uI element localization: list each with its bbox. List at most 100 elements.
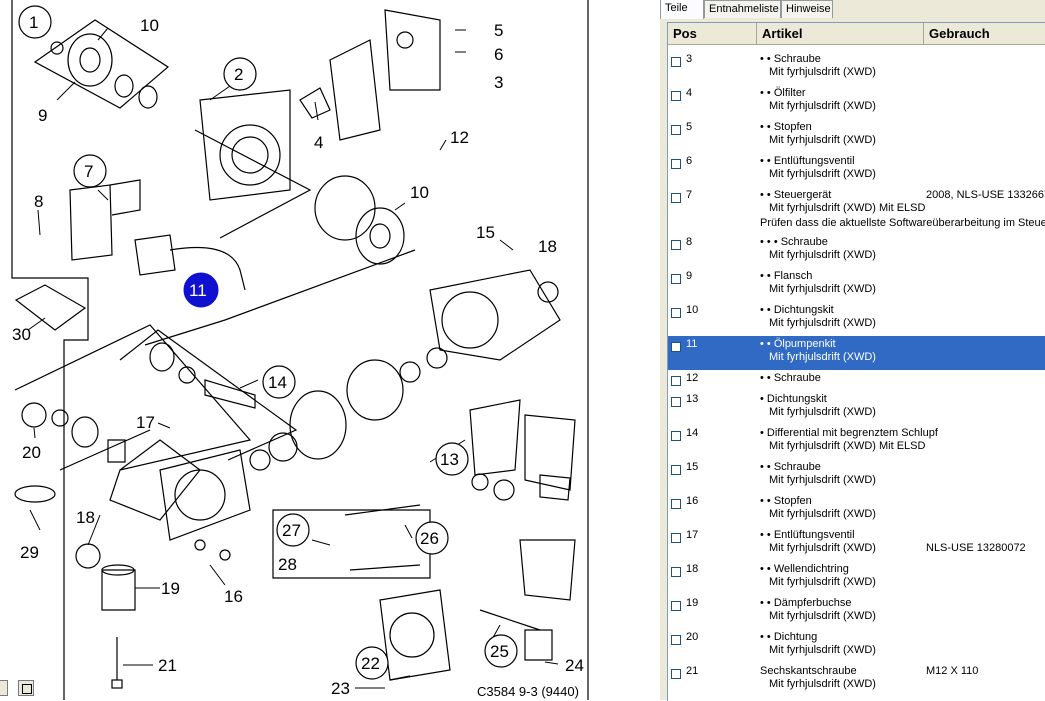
table-row[interactable]: 7 • • Steuergerät Mit fyrhjulsdrift (XWD) … — [668, 187, 1045, 234]
parts-table: Pos Artikel Gebrauch 3 • • Schraube Mit fy… — [667, 22, 1045, 701]
row-pos: 19 — [686, 597, 699, 609]
zoom-button[interactable] — [0, 680, 8, 696]
callout-8: 8 — [34, 192, 43, 211]
row-checkbox[interactable] — [671, 342, 681, 352]
row-artikel: • • Steuergerät — [760, 189, 832, 201]
row-checkbox[interactable] — [671, 308, 681, 318]
callout-3: 3 — [494, 73, 503, 92]
tab-hinweise[interactable]: Hinweise — [781, 0, 833, 18]
row-checkbox[interactable] — [671, 533, 681, 543]
row-artikel: • • Ölfilter — [760, 87, 806, 99]
row-pos: 20 — [686, 631, 699, 643]
table-row[interactable]: 17 • • Entlüftungsventil Mit fyrhjulsdrift… — [668, 527, 1045, 561]
row-artikel: • • Dämpferbuchse — [760, 597, 852, 609]
tab-entnahmeliste[interactable]: Entnahmeliste — [704, 0, 781, 18]
splitter[interactable] — [592, 0, 660, 700]
table-row[interactable]: 16 • • Stopfen Mit fyrhjulsdrift (XWD) — [668, 493, 1045, 527]
table-row[interactable]: 15 • • Schraube Mit fyrhjulsdrift (XWD) — [668, 459, 1045, 493]
callout-4: 4 — [314, 133, 323, 152]
row-checkbox[interactable] — [671, 567, 681, 577]
table-row[interactable]: 9 • • Flansch Mit fyrhjulsdrift (XWD) — [668, 268, 1045, 302]
row-pos: 14 — [686, 427, 699, 439]
parts-diagram[interactable]: 1 10 9 2 7 8 30 5 6 3 12 4 10 15 18 11 1… — [0, 0, 592, 700]
col-header-gebrauch[interactable]: Gebrauch — [924, 23, 1045, 45]
row-detail: Mit fyrhjulsdrift (XWD) — [769, 542, 876, 554]
frame-icon — [22, 684, 32, 694]
row-checkbox[interactable] — [671, 159, 681, 169]
row-artikel: • • Entlüftungsventil — [760, 529, 855, 541]
row-artikel: • • Schraube — [760, 53, 821, 65]
row-pos: 11 — [686, 338, 698, 350]
row-checkbox[interactable] — [671, 669, 681, 679]
row-pos: 18 — [686, 563, 699, 575]
row-detail: Mit fyrhjulsdrift (XWD) — [769, 406, 876, 418]
row-artikel: • • Ölpumpenkit — [760, 338, 836, 350]
table-row[interactable]: 3 • • Schraube Mit fyrhjulsdrift (XWD) — [668, 51, 1045, 85]
row-note: Prüfen dass die aktuellste Softwareübera… — [760, 217, 1045, 229]
row-detail: Mit fyrhjulsdrift (XWD) — [769, 168, 876, 180]
table-row[interactable]: 21 Sechskantschraube Mit fyrhjulsdrift (XW… — [668, 663, 1045, 697]
table-row[interactable]: 5 • • Stopfen Mit fyrhjulsdrift (XWD) — [668, 119, 1045, 153]
table-row[interactable]: 4 • • Ölfilter Mit fyrhjulsdrift (XWD) — [668, 85, 1045, 119]
row-detail: Mit fyrhjulsdrift (XWD) — [769, 134, 876, 146]
callout-28: 28 — [278, 555, 297, 574]
row-detail: Mit fyrhjulsdrift (XWD) — [769, 610, 876, 622]
table-row[interactable]: 10 • • Dichtungskit Mit fyrhjulsdrift (XWD… — [668, 302, 1045, 336]
row-checkbox[interactable] — [671, 465, 681, 475]
row-checkbox[interactable] — [671, 431, 681, 441]
callout-7: 7 — [84, 162, 93, 181]
row-pos: 12 — [686, 372, 699, 384]
row-artikel: • • • Schraube — [760, 236, 828, 248]
row-checkbox[interactable] — [671, 57, 681, 67]
row-checkbox[interactable] — [671, 499, 681, 509]
row-checkbox[interactable] — [671, 240, 681, 250]
callout-21: 21 — [158, 656, 177, 675]
row-checkbox[interactable] — [671, 601, 681, 611]
callout-23: 23 — [331, 679, 350, 698]
row-pos: 6 — [686, 155, 693, 167]
row-artikel: Sechskantschraube — [760, 665, 857, 677]
row-pos: 7 — [686, 189, 693, 201]
callout-11: 11 — [189, 281, 207, 300]
table-row[interactable]: 20 • • Dichtung Mit fyrhjulsdrift (XWD) — [668, 629, 1045, 663]
table-row[interactable]: 19 • • Dämpferbuchse Mit fyrhjulsdrift (XW… — [668, 595, 1045, 629]
tab-teile[interactable]: Teile — [660, 0, 704, 19]
table-row[interactable]: 8 • • • Schraube Mit fyrhjulsdrift (XWD) — [668, 234, 1045, 268]
row-checkbox[interactable] — [671, 193, 681, 203]
row-pos: 10 — [686, 304, 699, 316]
row-detail: Mit fyrhjulsdrift (XWD) — [769, 249, 876, 261]
row-detail: Mit fyrhjulsdrift (XWD) — [769, 100, 876, 112]
row-artikel: • • Stopfen — [760, 121, 812, 133]
row-checkbox[interactable] — [671, 274, 681, 284]
col-header-pos[interactable]: Pos — [668, 23, 757, 45]
row-artikel: • • Dichtungskit — [760, 304, 834, 316]
table-row[interactable]: 12 • • Schraube — [668, 370, 1045, 391]
table-row[interactable]: 18 • • Wellendichtring Mit fyrhjulsdrift (… — [668, 561, 1045, 595]
row-detail: Mit fyrhjulsdrift (XWD) — [769, 508, 876, 520]
callout-15: 15 — [476, 223, 495, 242]
table-row[interactable]: 14 • Differential mit begrenztem Schlupf M… — [668, 425, 1045, 459]
row-artikel: • • Wellendichtring — [760, 563, 849, 575]
table-row[interactable]: 6 • • Entlüftungsventil Mit fyrhjulsdrift … — [668, 153, 1045, 187]
row-detail: Mit fyrhjulsdrift (XWD) — [769, 66, 876, 78]
callout-25: 25 — [490, 642, 509, 661]
row-gebrauch: 2008, NLS-USE 13326676 — [926, 189, 1045, 201]
row-artikel: • • Dichtung — [760, 631, 818, 643]
fit-view-button[interactable] — [18, 680, 34, 696]
row-checkbox[interactable] — [671, 125, 681, 135]
row-checkbox[interactable] — [671, 91, 681, 101]
row-detail: Mit fyrhjulsdrift (XWD) Mit ELSD — [769, 202, 926, 214]
row-detail: Mit fyrhjulsdrift (XWD) — [769, 678, 876, 690]
row-pos: 16 — [686, 495, 699, 507]
row-pos: 17 — [686, 529, 699, 541]
row-checkbox[interactable] — [671, 397, 681, 407]
col-header-artikel[interactable]: Artikel — [757, 23, 924, 45]
row-artikel: • Differential mit begrenztem Schlupf — [760, 427, 938, 439]
callout-22: 22 — [361, 654, 380, 673]
table-row[interactable]: 13 • Dichtungskit Mit fyrhjulsdrift (XWD) — [668, 391, 1045, 425]
table-row[interactable]: 11 • • Ölpumpenkit Mit fyrhjulsdrift (XWD) — [668, 336, 1045, 370]
row-checkbox[interactable] — [671, 635, 681, 645]
callout-14: 14 — [268, 373, 287, 392]
row-checkbox[interactable] — [671, 376, 681, 386]
row-artikel: • Dichtungskit — [760, 393, 827, 405]
